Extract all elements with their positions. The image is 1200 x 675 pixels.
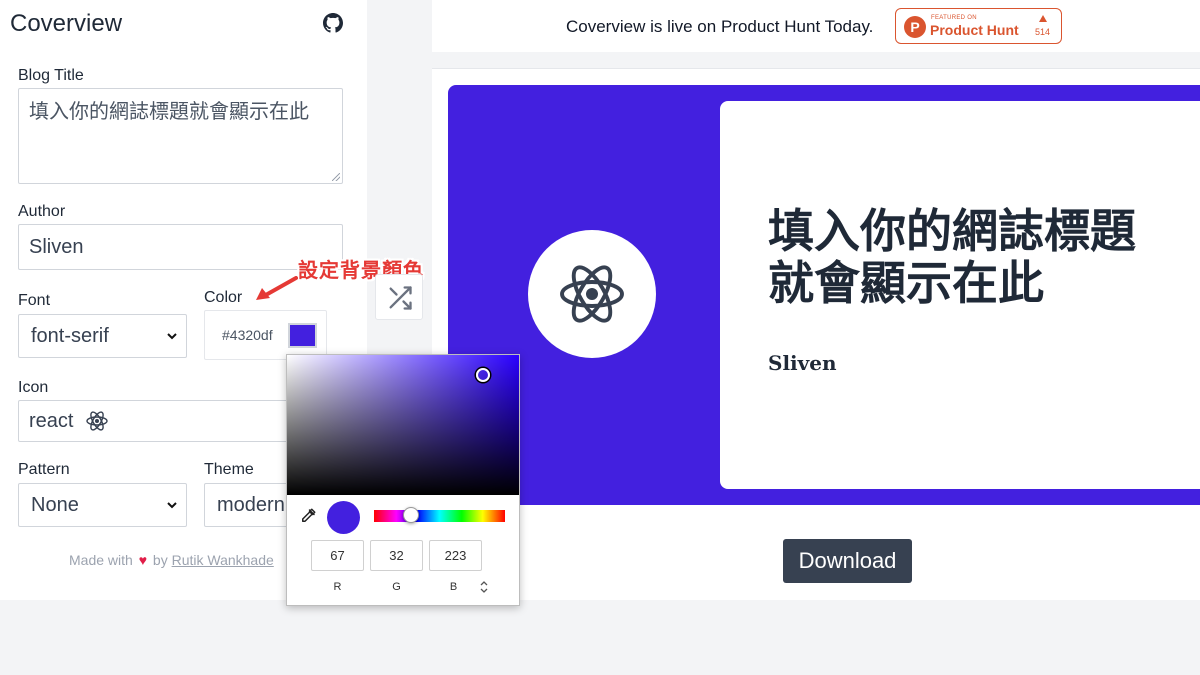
mode-toggle-icon[interactable] <box>479 580 489 594</box>
heart-icon: ♥ <box>138 552 148 568</box>
cover-icon-circle <box>528 230 656 358</box>
author-link[interactable]: Rutik Wankhade <box>172 552 274 568</box>
icon-label: Icon <box>18 379 49 396</box>
author-label: Author <box>18 203 66 220</box>
saturation-handle[interactable] <box>476 368 490 382</box>
hue-handle[interactable] <box>403 507 419 523</box>
blog-title-textarea[interactable]: 填入你的網誌標題就會顯示在此 <box>18 88 343 184</box>
icon-select-value: react <box>29 410 74 432</box>
upvote-icon <box>1039 15 1047 22</box>
cover-title: 填入你的網誌標題就會顯示在此 <box>768 204 1136 310</box>
shuffle-button[interactable] <box>375 274 423 320</box>
color-preview-swatch <box>327 501 360 534</box>
pattern-label: Pattern <box>18 461 70 478</box>
github-icon[interactable] <box>323 13 343 33</box>
author-input[interactable]: Sliven <box>18 224 343 270</box>
green-label: G <box>392 581 401 593</box>
product-hunt-logo-icon: P <box>904 16 926 38</box>
blue-input[interactable]: 223 <box>429 540 482 571</box>
announcement-banner: Coverview is live on Product Hunt Today.… <box>432 0 1200 52</box>
color-hex-value: #4320df <box>222 327 273 343</box>
annotation-arrow-icon <box>256 276 298 300</box>
ph-upvote-count: 514 <box>1035 27 1051 37</box>
font-select-value: font-serif <box>31 325 109 347</box>
eyedropper-icon[interactable] <box>299 507 317 525</box>
by-text: by <box>152 552 168 568</box>
footer-credit: Made with ♥ by Rutik Wankhade <box>69 552 274 568</box>
blog-title-value: 填入你的網誌標題就會顯示在此 <box>29 101 309 123</box>
hue-slider[interactable] <box>374 510 505 522</box>
color-picker-popover: 67 32 223 R G B <box>286 354 520 606</box>
red-input[interactable]: 67 <box>311 540 364 571</box>
ph-featured-text: FEATURED ON <box>931 15 977 21</box>
green-input[interactable]: 32 <box>370 540 423 571</box>
pattern-select-value: None <box>31 494 79 516</box>
color-label: Color <box>204 289 243 306</box>
made-with-text: Made with <box>69 552 133 568</box>
shuffle-icon <box>389 286 412 310</box>
font-select[interactable]: font-serif <box>18 314 187 358</box>
font-label: Font <box>18 292 51 309</box>
react-icon <box>560 265 624 323</box>
icon-select[interactable]: react <box>18 400 308 442</box>
ph-name-text: Product Hunt <box>930 22 1019 38</box>
cover-author: Sliven <box>768 351 837 375</box>
color-input[interactable]: #4320df <box>204 310 327 360</box>
banner-text: Coverview is live on Product Hunt Today. <box>566 17 874 36</box>
author-value: Sliven <box>29 236 84 258</box>
pattern-select[interactable]: None <box>18 483 187 527</box>
theme-select-value: modern <box>217 494 285 516</box>
chevron-down-icon <box>167 333 177 340</box>
theme-label: Theme <box>204 461 254 478</box>
resize-handle-icon[interactable] <box>332 173 340 181</box>
blue-label: B <box>449 581 458 593</box>
blog-title-label: Blog Title <box>18 67 84 84</box>
download-button[interactable]: Download <box>783 539 912 583</box>
color-swatch[interactable] <box>288 323 317 348</box>
app-title: Coverview <box>10 10 123 37</box>
product-hunt-badge[interactable]: P FEATURED ON Product Hunt 514 <box>895 8 1062 44</box>
chevron-down-icon <box>167 502 177 509</box>
cover-card: 填入你的網誌標題就會顯示在此 Sliven <box>720 101 1200 489</box>
react-icon <box>86 411 108 431</box>
red-label: R <box>333 581 342 593</box>
